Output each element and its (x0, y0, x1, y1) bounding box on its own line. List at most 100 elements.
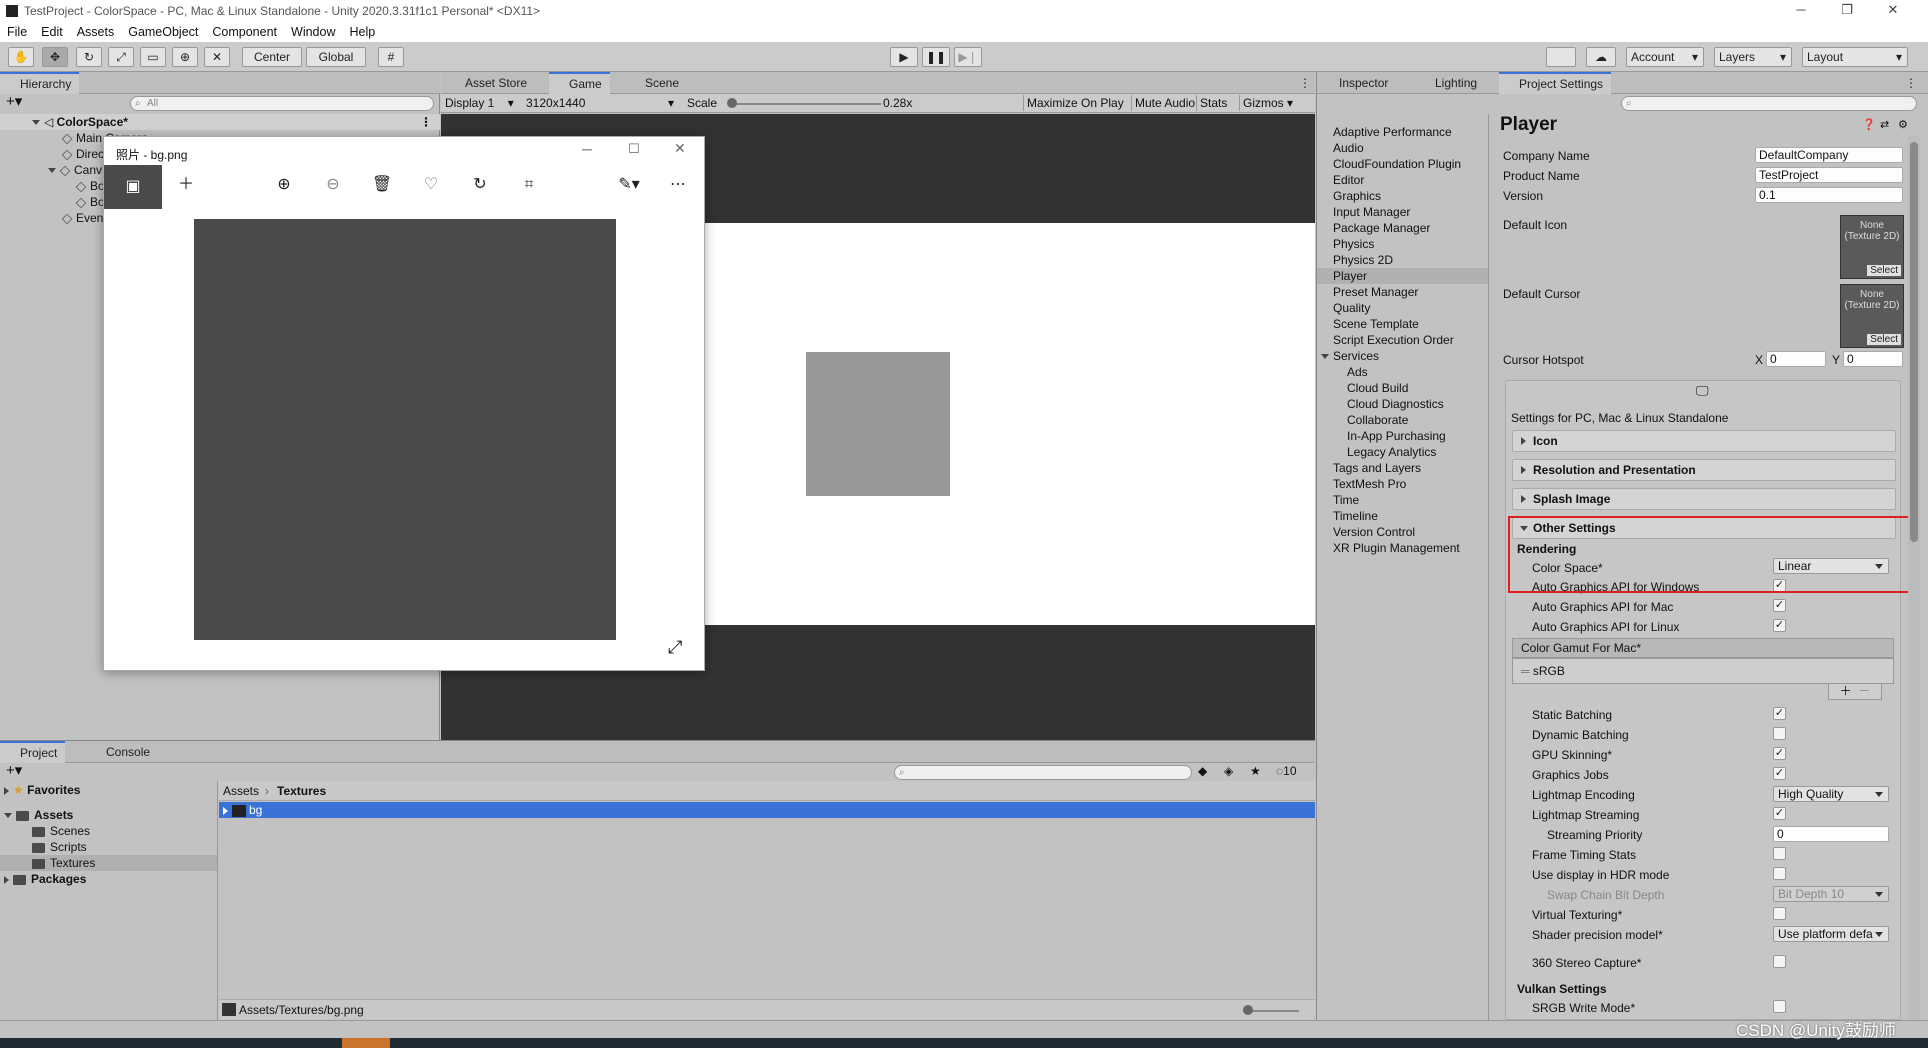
category-item[interactable]: Collaborate (1347, 412, 1408, 428)
auto-api-mac-checkbox[interactable]: ✓ (1773, 599, 1786, 612)
static-batching-checkbox[interactable]: ✓ (1773, 707, 1786, 720)
hierarchy-item[interactable]: Direc (61, 146, 104, 162)
add-icon[interactable]: +▾ (6, 94, 22, 110)
category-item[interactable]: Audio (1333, 140, 1364, 156)
hierarchy-search-input[interactable]: ⌕ All (130, 96, 434, 111)
category-item[interactable]: Tags and Layers (1333, 460, 1421, 476)
photo-close-button[interactable]: ✕ (674, 140, 686, 157)
presets-icon[interactable]: ⇄ (1880, 118, 1889, 131)
favorite-star-icon[interactable]: ★ (1250, 763, 1261, 779)
pivot-center-button[interactable]: Center (242, 47, 302, 67)
heart-icon[interactable]: ♡ (419, 173, 443, 197)
menu-edit[interactable]: Edit (34, 25, 70, 39)
lightmap-encoding-dropdown[interactable]: High Quality (1773, 786, 1889, 802)
step-button[interactable]: ▶❘ (954, 47, 982, 67)
gear-icon[interactable]: ⚙ (1898, 118, 1908, 131)
trash-icon[interactable]: 🗑 (370, 173, 394, 197)
hierarchy-item[interactable]: Canv (48, 162, 102, 178)
transform-tool-icon[interactable]: ⊕ (172, 47, 198, 67)
zoom-out-icon[interactable]: ⊖ (321, 173, 345, 197)
close-button[interactable]: ✕ (1870, 0, 1916, 22)
scale-slider-thumb[interactable] (727, 98, 737, 108)
display-dropdown[interactable]: Display 1 ▾ (445, 95, 514, 111)
category-item[interactable]: Script Execution Order (1333, 332, 1454, 348)
photo-minimize-button[interactable]: ─ (582, 141, 592, 157)
hierarchy-item[interactable]: Even (61, 210, 103, 226)
resolution-foldout[interactable]: Resolution and Presentation (1512, 459, 1896, 481)
menu-gameobject[interactable]: GameObject (121, 25, 205, 39)
project-search-input[interactable]: ⌕ (894, 765, 1192, 780)
taskbar-active-app[interactable] (342, 1038, 390, 1048)
category-item[interactable]: Cloud Diagnostics (1347, 396, 1444, 412)
cloud-icon[interactable]: ☁ (1586, 47, 1616, 67)
category-item[interactable]: Quality (1333, 300, 1370, 316)
more-icon[interactable]: ⋯ (666, 173, 690, 197)
folder-item[interactable]: Textures (0, 855, 217, 871)
pivot-global-button[interactable]: Global (306, 47, 366, 67)
lightmap-streaming-checkbox[interactable]: ✓ (1773, 807, 1786, 820)
breadcrumb-textures[interactable]: Textures (277, 783, 326, 799)
icon-foldout[interactable]: Icon (1512, 430, 1896, 452)
hotspot-x-field[interactable]: 0 (1766, 351, 1826, 367)
filter-label-icon[interactable]: ◈ (1224, 763, 1233, 779)
hidden-packages-icon[interactable]: ◌10 (1276, 763, 1297, 779)
settings-search-input[interactable]: ⌕ (1621, 96, 1917, 111)
category-item[interactable]: Physics 2D (1333, 252, 1393, 268)
tab-scene[interactable]: Scene (625, 72, 687, 94)
grid-snap-icon[interactable]: # (378, 47, 404, 67)
product-name-field[interactable]: TestProject (1755, 167, 1903, 183)
pause-button[interactable]: ❚❚ (922, 47, 950, 67)
version-field[interactable]: 0.1 (1755, 187, 1903, 203)
breadcrumb-assets[interactable]: Assets (223, 783, 259, 799)
add-icon[interactable]: +▾ (6, 763, 22, 779)
frame-timing-checkbox[interactable] (1773, 847, 1786, 860)
filter-type-icon[interactable]: ◆ (1198, 763, 1207, 779)
resolution-dropdown[interactable]: 3120x1440 ▾ (526, 95, 678, 111)
category-item[interactable]: TextMesh Pro (1333, 476, 1406, 492)
category-item[interactable]: Graphics (1333, 188, 1381, 204)
virtual-texturing-checkbox[interactable] (1773, 907, 1786, 920)
company-name-field[interactable]: DefaultCompany (1755, 147, 1903, 163)
gpu-skinning-checkbox[interactable]: ✓ (1773, 747, 1786, 760)
favorites-row[interactable]: ★ Favorites (4, 782, 80, 798)
drag-handle-icon[interactable]: ═ (1521, 664, 1533, 678)
default-cursor-select-button[interactable]: Select (1867, 334, 1901, 345)
photo-maximize-button[interactable]: ☐ (628, 141, 640, 157)
category-item[interactable]: Cloud Build (1347, 380, 1408, 396)
layers-dropdown[interactable]: Layers ▾ (1714, 47, 1792, 67)
category-item[interactable]: Preset Manager (1333, 284, 1418, 300)
assets-folder-row[interactable]: Assets (4, 807, 73, 823)
tab-asset-store[interactable]: Asset Store (443, 72, 535, 94)
srgb-write-checkbox[interactable] (1773, 1000, 1786, 1013)
edit-dropdown-icon[interactable]: ✎▾ (609, 173, 649, 197)
default-cursor-slot[interactable]: None (Texture 2D) Select (1840, 284, 1904, 348)
tab-hierarchy[interactable]: Hierarchy (0, 72, 80, 94)
layout-dropdown[interactable]: Layout ▾ (1802, 47, 1908, 67)
folder-item[interactable]: Scripts (32, 839, 87, 855)
tab-project-settings[interactable]: Project Settings (1499, 72, 1612, 94)
default-icon-select-button[interactable]: Select (1867, 265, 1901, 276)
collab-button[interactable] (1546, 47, 1576, 67)
tab-project[interactable]: Project (0, 741, 66, 763)
category-item[interactable]: Input Manager (1333, 204, 1410, 220)
gizmos-toggle[interactable]: Gizmos ▾ (1239, 95, 1296, 111)
tab-game[interactable]: Game (549, 72, 610, 94)
color-gamut-item[interactable]: ═ sRGB (1512, 658, 1894, 684)
tab-inspector[interactable]: Inspector (1319, 72, 1396, 94)
add-icon[interactable]: ＋ (174, 173, 198, 197)
move-tool-icon[interactable]: ✥ (42, 47, 68, 67)
scale-slider[interactable] (731, 103, 881, 105)
category-item[interactable]: Timeline (1333, 508, 1378, 524)
scale-tool-icon[interactable]: ⤢ (108, 47, 134, 67)
category-item[interactable]: Scene Template (1333, 316, 1419, 332)
stereo360-checkbox[interactable] (1773, 955, 1786, 968)
category-item[interactable]: Editor (1333, 172, 1364, 188)
packages-row[interactable]: Packages (4, 871, 86, 887)
more-icon[interactable]: ⋮ (1897, 72, 1925, 94)
hand-tool-icon[interactable]: ✋ (8, 47, 34, 67)
image-gallery-icon[interactable]: ▣ (104, 165, 162, 209)
category-item[interactable]: Physics (1333, 236, 1374, 252)
play-button[interactable]: ▶ (890, 47, 918, 67)
splash-foldout[interactable]: Splash Image (1512, 488, 1896, 510)
custom-tool-icon[interactable]: ✕ (204, 47, 230, 67)
